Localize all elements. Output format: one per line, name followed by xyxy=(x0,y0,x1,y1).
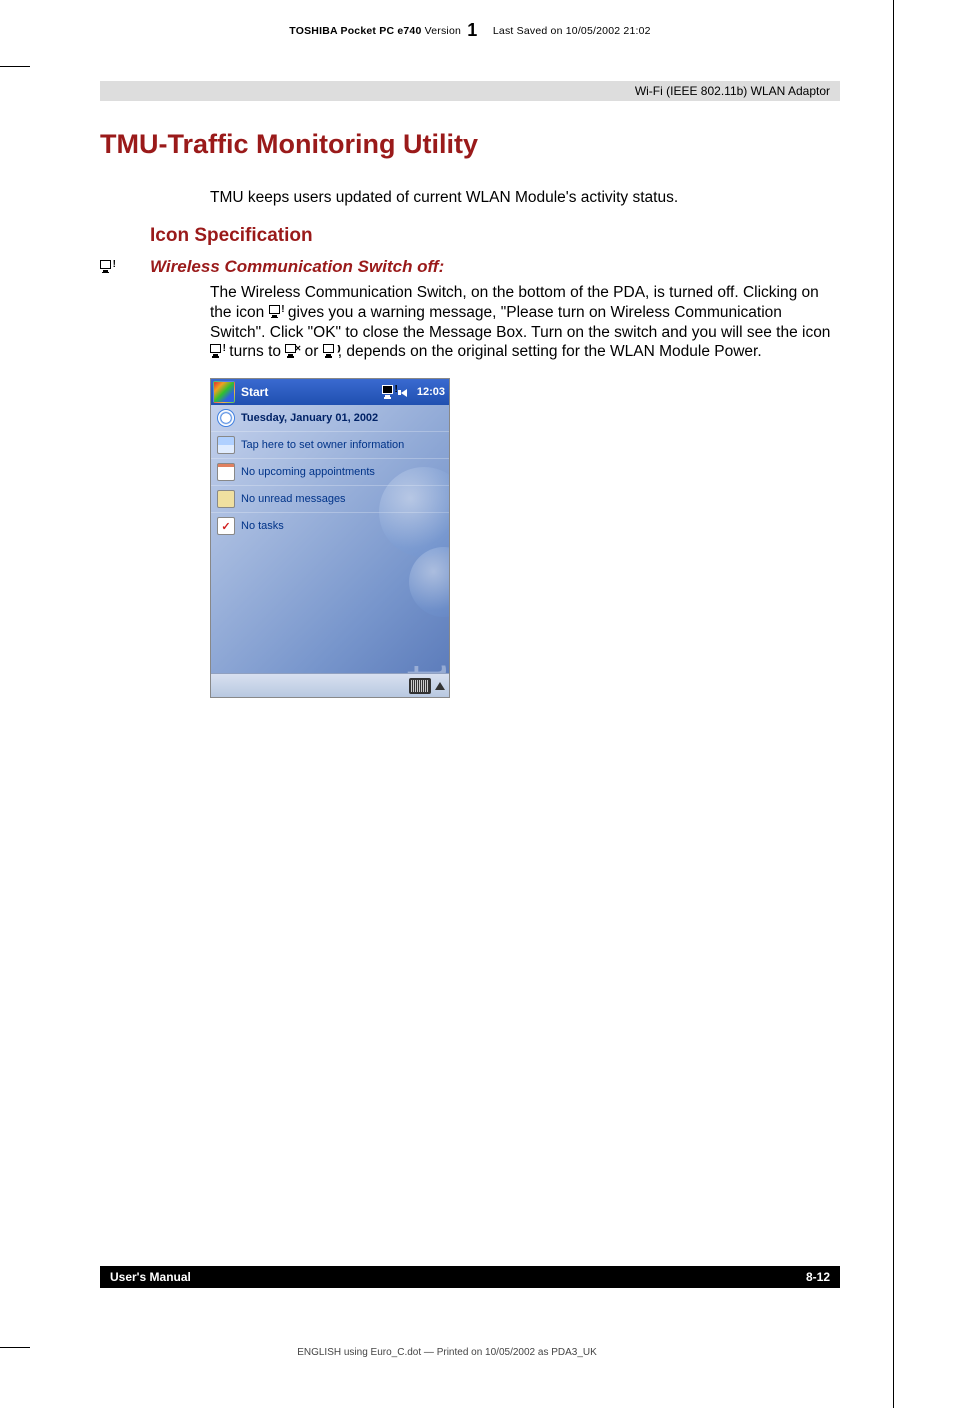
message-icon xyxy=(217,490,235,508)
pda-titlebar: Start 12:03 xyxy=(211,379,449,405)
start-label[interactable]: Start xyxy=(237,385,382,399)
body-paragraph: The Wireless Communication Switch, on th… xyxy=(210,283,840,362)
product-name: TOSHIBA Pocket PC e740 xyxy=(289,25,421,37)
version-label: Version xyxy=(425,25,461,37)
pda-owner-row[interactable]: Tap here to set owner information xyxy=(211,432,449,459)
page-title: TMU-Traffic Monitoring Utility xyxy=(100,129,840,160)
monitor-x-icon xyxy=(285,344,300,358)
body-text-1d: or xyxy=(300,343,322,360)
clock-icon xyxy=(217,409,235,427)
titlebar-icons: 12:03 xyxy=(382,385,449,399)
footer-page-number: 8-12 xyxy=(806,1270,830,1284)
clock-time[interactable]: 12:03 xyxy=(417,386,445,398)
pda-bottombar xyxy=(211,673,449,697)
calendar-icon xyxy=(217,463,235,481)
intro-text: TMU keeps users updated of current WLAN … xyxy=(210,188,840,209)
monitor-alert-icon xyxy=(210,344,225,358)
tasks-text: No tasks xyxy=(241,520,284,532)
appointments-text: No upcoming appointments xyxy=(241,466,375,478)
wlan-status-icon[interactable] xyxy=(382,385,397,399)
running-header: TOSHIBA Pocket PC e740 Version 1 Last Sa… xyxy=(100,20,840,41)
task-icon xyxy=(217,517,235,535)
date-text: Tuesday, January 01, 2002 xyxy=(241,412,378,424)
messages-text: No unread messages xyxy=(241,493,346,505)
pda-date-row[interactable]: Tuesday, January 01, 2002 xyxy=(211,405,449,432)
page-content: TOSHIBA Pocket PC e740 Version 1 Last Sa… xyxy=(100,20,840,698)
switch-off-heading: Wireless Communication Switch off: xyxy=(150,257,444,277)
body-text-1b: gives you a warning message, "Please tur… xyxy=(210,304,830,341)
up-arrow-icon[interactable] xyxy=(435,682,445,690)
windows-flag-icon[interactable] xyxy=(213,381,235,403)
body-text-1e: , depends on the original setting for th… xyxy=(338,343,762,360)
body-text-1c: turns to xyxy=(225,343,285,360)
crop-mark xyxy=(893,0,894,1408)
owner-icon xyxy=(217,436,235,454)
footer-left: User's Manual xyxy=(110,1270,191,1284)
crop-mark xyxy=(0,66,30,67)
saved-timestamp: Last Saved on 10/05/2002 21:02 xyxy=(493,25,651,37)
monitor-alert-icon xyxy=(269,305,284,319)
keyboard-icon[interactable] xyxy=(409,678,431,694)
monitor-wave-icon xyxy=(323,344,338,358)
pda-screenshot: Start 12:03 Tuesday, January 01, 2002 Ta… xyxy=(210,378,450,698)
version-number: 1 xyxy=(464,20,480,40)
footer-bar: User's Manual 8-12 xyxy=(100,1266,840,1288)
switch-off-row: Wireless Communication Switch off: xyxy=(100,257,840,277)
speaker-icon[interactable] xyxy=(401,386,413,398)
owner-text: Tap here to set owner information xyxy=(241,439,404,451)
print-footer: ENGLISH using Euro_C.dot — Printed on 10… xyxy=(0,1347,894,1358)
icon-spec-heading: Icon Specification xyxy=(150,225,840,247)
switch-off-icon xyxy=(100,257,150,277)
section-bar: Wi-Fi (IEEE 802.11b) WLAN Adaptor xyxy=(100,81,840,101)
